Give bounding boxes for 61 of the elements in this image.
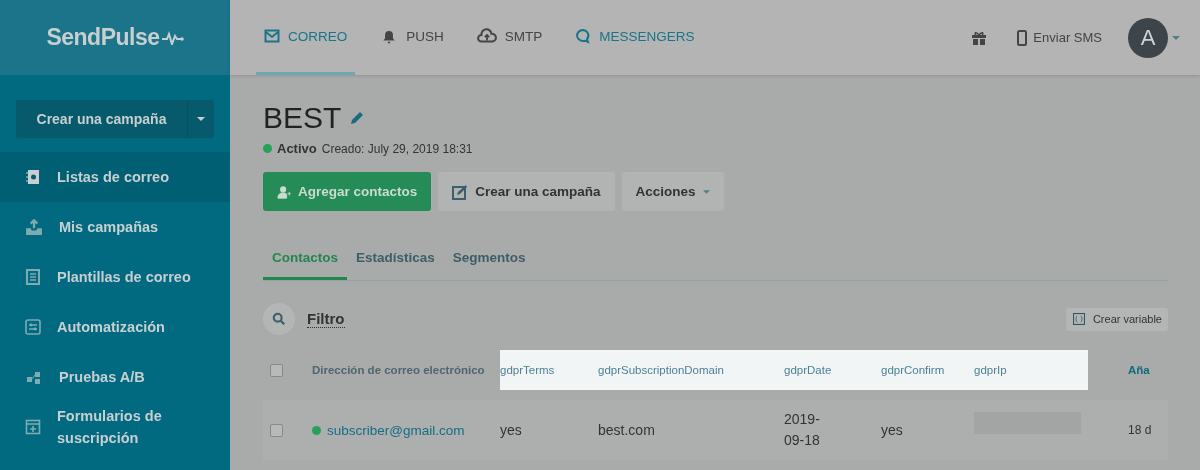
search-button[interactable]	[263, 303, 295, 335]
pulse-logo-icon	[161, 30, 184, 45]
avatar[interactable]: A	[1128, 17, 1168, 58]
table-cell-text: 18 d	[1127, 423, 1152, 437]
sidebar-item[interactable]: Pruebas A/B	[0, 352, 230, 402]
sidebar-item[interactable]: Listas de correo	[0, 152, 230, 202]
tray-upload-icon	[25, 218, 43, 236]
nav-tab[interactable]: MESSENGERS	[567, 0, 703, 75]
column-header[interactable]: gdprConfirm	[869, 350, 962, 390]
column-header[interactable]: gdprIp	[962, 350, 1088, 390]
nav-tab[interactable]: PUSH	[372, 0, 452, 75]
cloud-upload-icon	[476, 28, 497, 44]
column-header[interactable]: Dirección de correo electrónico	[300, 350, 500, 390]
logo[interactable]: SendPulse	[46, 24, 160, 51]
tab[interactable]: Segmentos	[443, 238, 535, 280]
sidebar-item[interactable]: Formularios de suscripción	[0, 402, 230, 452]
column-header[interactable]: gdprTerms	[500, 350, 586, 390]
automation-icon	[25, 319, 41, 335]
email-link[interactable]: subscriber@gmail.com	[327, 422, 465, 438]
edit-icon	[452, 183, 469, 200]
actions-dropdown[interactable]: Acciones	[621, 172, 724, 211]
braces-icon	[1072, 313, 1085, 325]
create-campaign-button[interactable]: Crear una campaña	[438, 172, 615, 211]
phone-icon	[1017, 29, 1028, 46]
status-dot	[263, 144, 272, 153]
add-contacts-button[interactable]: Agregar contactos	[263, 172, 432, 211]
search-icon	[272, 312, 286, 326]
sidebar-item[interactable]: Mis campañas	[0, 202, 230, 252]
template-icon	[25, 269, 41, 285]
list-title: BEST	[263, 100, 342, 136]
table-cell: best.com	[598, 422, 655, 438]
create-variable-button[interactable]: Crear variable	[1065, 307, 1168, 331]
send-sms-link[interactable]: Enviar SMS	[1017, 29, 1102, 46]
status-label: Activo	[277, 141, 317, 156]
caret-icon	[197, 117, 205, 121]
sidebar-item[interactable]: Plantillas de correo	[0, 252, 230, 302]
select-all-checkbox[interactable]	[270, 363, 283, 377]
table-cell-text: 2019-09-18	[784, 410, 821, 450]
tab[interactable]: Estadísticas	[347, 238, 444, 280]
row-checkbox[interactable]	[270, 423, 283, 437]
nav-tab[interactable]: SMTP	[468, 0, 551, 75]
chat-icon	[575, 28, 592, 44]
add-user-icon	[277, 184, 291, 199]
nav-tab[interactable]: CORREO	[256, 0, 356, 75]
caret-icon	[702, 189, 710, 194]
column-header[interactable]: Aña	[1088, 350, 1158, 390]
sidebar-item[interactable]: Automatización	[0, 302, 230, 352]
mail-icon	[264, 28, 280, 44]
table-cell: yes	[500, 422, 522, 438]
pencil-icon[interactable]	[349, 110, 366, 126]
address-book-icon	[25, 169, 41, 185]
split-test-icon	[25, 369, 43, 385]
caret-icon[interactable]	[1172, 35, 1180, 40]
gift-icon[interactable]	[971, 29, 988, 46]
column-header[interactable]: gdprDate	[772, 350, 869, 390]
table-cell: yes	[881, 422, 903, 438]
form-icon	[25, 419, 41, 435]
filter-link[interactable]: Filtro	[307, 310, 345, 328]
created-date: Creado: July 29, 2019 18:31	[321, 141, 473, 156]
column-header[interactable]: gdprSubscriptionDomain	[586, 350, 772, 390]
create-campaign-button[interactable]: Crear una campaña	[16, 100, 188, 138]
